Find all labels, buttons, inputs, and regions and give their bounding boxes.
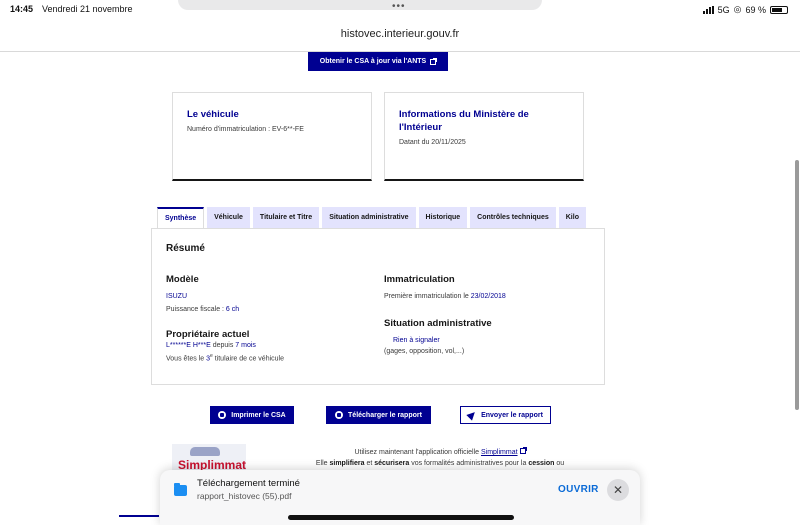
footer-accent-line bbox=[119, 515, 159, 517]
download-report-label: Télécharger le rapport bbox=[348, 411, 422, 419]
external-link-icon bbox=[430, 57, 438, 65]
folder-icon bbox=[174, 483, 187, 496]
vehicle-card: Le véhicule Numéro d'immatriculation : E… bbox=[172, 92, 372, 181]
owner-since-value: 7 mois bbox=[235, 342, 256, 349]
tab-kilometrage[interactable]: Kilo bbox=[558, 207, 586, 228]
model-brand[interactable]: ISUZU bbox=[166, 293, 187, 300]
open-file-button[interactable]: OUVRIR bbox=[558, 484, 599, 495]
download-icon bbox=[335, 411, 344, 419]
owner-line: L******E H***E depuis 7 mois bbox=[166, 342, 256, 349]
owner-rank: Vous êtes le 3e titulaire de ce véhicule bbox=[166, 353, 284, 362]
url-bar[interactable]: histovec.interieur.gouv.fr bbox=[0, 28, 800, 40]
send-icon bbox=[466, 409, 478, 421]
situation-heading: Situation administrative bbox=[384, 318, 492, 329]
home-indicator[interactable] bbox=[288, 515, 514, 520]
signal-icon bbox=[702, 5, 714, 14]
car-icon bbox=[190, 447, 220, 456]
first-registration-date: 23/02/2018 bbox=[470, 293, 506, 300]
situation-status: Rien à signaler bbox=[393, 337, 440, 344]
ministry-card: Informations du Ministère de l'Intérieur… bbox=[384, 92, 584, 181]
ministry-card-date: Datant du 20/11/2025 bbox=[399, 139, 466, 146]
close-icon: ✕ bbox=[612, 483, 624, 497]
tab-synthese[interactable]: Synthèse bbox=[157, 207, 205, 228]
summary-title: Résumé bbox=[166, 243, 205, 254]
app-switcher-pill[interactable] bbox=[178, 0, 542, 10]
location-icon: ◎ bbox=[733, 4, 742, 14]
simplimmat-line2-f: cession bbox=[528, 460, 555, 467]
owner-rank-end: titulaire de ce véhicule bbox=[212, 355, 284, 363]
owner-since-label: depuis bbox=[210, 342, 236, 349]
tab-vehicule[interactable]: Véhicule bbox=[207, 207, 250, 228]
simplimmat-line1: Utilisez maintenant l'application offici… bbox=[250, 447, 630, 458]
simplimmat-line1-prefix: Utilisez maintenant l'application offici… bbox=[354, 449, 481, 456]
close-toast-button[interactable]: ✕ bbox=[607, 479, 629, 501]
report-tabs: Synthèse Véhicule Titulaire et Titre Sit… bbox=[157, 207, 605, 228]
simplimmat-link[interactable]: Simplimmat bbox=[481, 449, 518, 456]
battery-icon bbox=[770, 5, 788, 14]
download-report-button[interactable]: Télécharger le rapport bbox=[326, 406, 431, 424]
simplimmat-line2-b: simplifiera bbox=[329, 460, 365, 467]
simplimmat-line2-e: vos formalités administratives pour la bbox=[409, 460, 529, 467]
status-time: 14:45 bbox=[10, 4, 34, 14]
owner-name: L******E H***E bbox=[166, 342, 211, 349]
simplimmat-line2-g: ou bbox=[554, 460, 565, 467]
status-date: Vendredi 21 novembre bbox=[42, 4, 133, 14]
simplimmat-line2-a: Elle bbox=[315, 460, 330, 467]
simplimmat-external-icon bbox=[519, 447, 527, 454]
vehicle-card-title: Le véhicule bbox=[187, 109, 239, 120]
print-csa-label: Imprimer le CSA bbox=[231, 411, 286, 419]
simplimmat-line2-c: et bbox=[364, 460, 375, 467]
simplimmat-line2: Elle simplifiera et sécurisera vos forma… bbox=[250, 458, 630, 469]
vehicle-card-plate: Numéro d'immatriculation : EV-6**-FE bbox=[187, 126, 304, 133]
ministry-card-title: Informations du Ministère de l'Intérieur bbox=[399, 109, 529, 133]
tab-situation[interactable]: Situation administrative bbox=[322, 207, 416, 228]
send-report-label: Envoyer le rapport bbox=[481, 411, 543, 419]
status-right: 5G ◎ 69 % bbox=[702, 4, 788, 15]
tab-titulaire[interactable]: Titulaire et Titre bbox=[252, 207, 320, 228]
send-report-button[interactable]: Envoyer le rapport bbox=[460, 406, 551, 424]
scroll-indicator[interactable] bbox=[795, 160, 799, 410]
tab-historique[interactable]: Historique bbox=[418, 207, 468, 228]
fiscal-power: Puissance fiscale : 6 ch bbox=[166, 306, 239, 313]
fiscal-power-value: 6 ch bbox=[225, 306, 240, 313]
first-registration-label: Première immatriculation le bbox=[384, 293, 471, 300]
status-bar: ••• 14:45 Vendredi 21 novembre 5G ◎ 69 % bbox=[0, 0, 800, 22]
tab-controles[interactable]: Contrôles techniques bbox=[470, 207, 556, 228]
get-csa-label: Obtenir le CSA à jour via l'ANTS bbox=[319, 58, 427, 65]
battery-percent: 69 % bbox=[745, 4, 766, 15]
network-type: 5G bbox=[717, 4, 730, 15]
simplimmat-line2-d: sécurisera bbox=[374, 460, 410, 467]
download-toast-filename: rapport_histovec (55).pdf bbox=[197, 491, 292, 501]
simplimmat-promo: Utilisez maintenant l'application offici… bbox=[250, 447, 630, 469]
download-toast-title: Téléchargement terminé bbox=[197, 478, 300, 489]
owner-rank-prefix: Vous êtes le bbox=[166, 355, 207, 363]
owner-heading: Propriétaire actuel bbox=[166, 329, 250, 340]
get-csa-button[interactable]: Obtenir le CSA à jour via l'ANTS bbox=[308, 52, 448, 71]
situation-detail: (gages, opposition, vol,...) bbox=[384, 348, 465, 355]
synthese-panel: Résumé Modèle ISUZU Puissance fiscale : … bbox=[151, 228, 605, 385]
model-heading: Modèle bbox=[166, 274, 199, 285]
first-registration: Première immatriculation le 23/02/2018 bbox=[384, 293, 506, 300]
registration-heading: Immatriculation bbox=[384, 274, 455, 285]
print-icon bbox=[218, 411, 227, 419]
print-csa-button[interactable]: Imprimer le CSA bbox=[210, 406, 294, 424]
multitasking-dots-icon[interactable]: ••• bbox=[392, 1, 406, 12]
fiscal-power-label: Puissance fiscale : bbox=[166, 306, 226, 313]
